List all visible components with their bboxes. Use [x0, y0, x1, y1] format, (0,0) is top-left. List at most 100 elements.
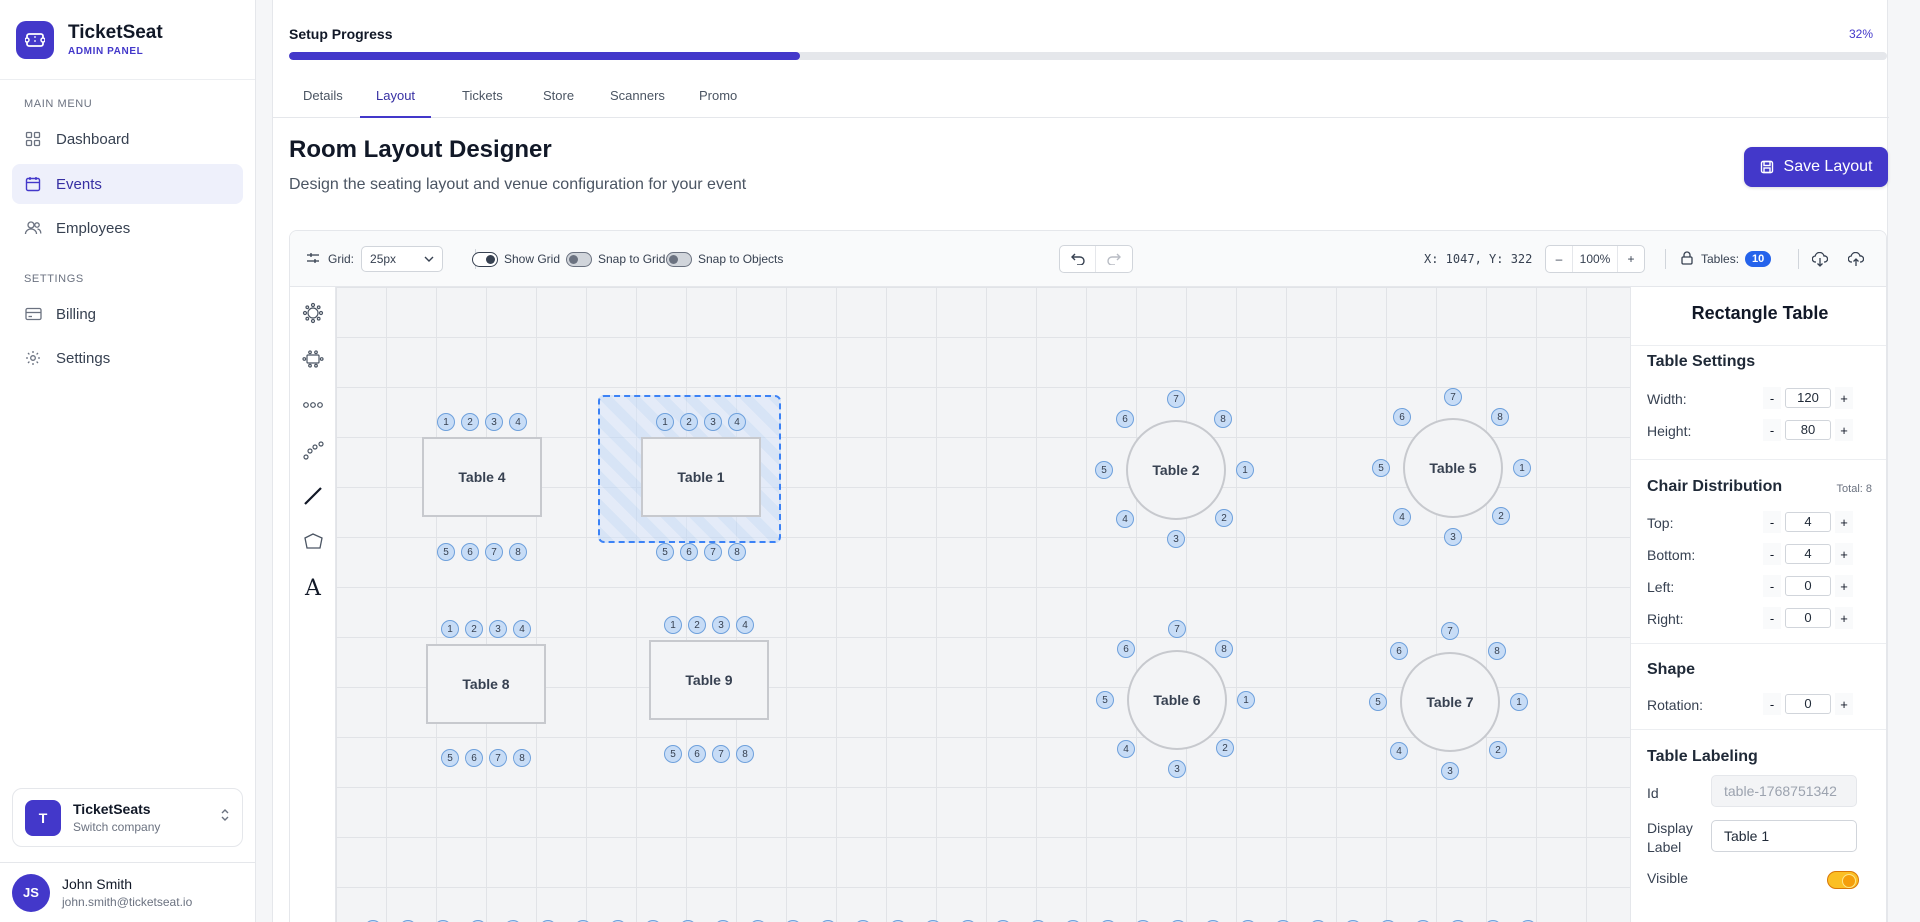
chair[interactable]: 8	[1214, 410, 1232, 428]
chair[interactable]: 4	[1117, 740, 1135, 758]
chair[interactable]: 2	[461, 413, 479, 431]
table-7[interactable]: Table 7	[1400, 652, 1500, 752]
tab-store[interactable]: Store	[527, 80, 590, 118]
chair[interactable]: 3	[1168, 760, 1186, 778]
chair[interactable]: 3	[485, 413, 503, 431]
chair[interactable]: 5	[1369, 693, 1387, 711]
upload-button[interactable]	[1848, 231, 1864, 287]
chair[interactable]: 7	[1168, 620, 1186, 638]
chair[interactable]: 7	[1167, 390, 1185, 408]
chair[interactable]: 2	[1492, 507, 1510, 525]
design-canvas[interactable]: Table 4 Table 1 Table 8 Table 9 Table 2 …	[336, 287, 1630, 922]
height-input[interactable]: 80	[1785, 420, 1831, 440]
rotation-input[interactable]: 0	[1785, 694, 1831, 714]
bottom-increment[interactable]: +	[1835, 543, 1853, 565]
table-4[interactable]: Table 4	[422, 437, 542, 517]
sidebar-item-billing[interactable]: Billing	[12, 294, 243, 334]
curved-row-tool-icon[interactable]	[301, 438, 325, 462]
sidebar-item-employees[interactable]: Employees	[12, 208, 243, 248]
chair[interactable]: 2	[680, 413, 698, 431]
chair[interactable]: 1	[1510, 693, 1528, 711]
chair[interactable]: 6	[465, 749, 483, 767]
chair[interactable]: 7	[712, 745, 730, 763]
undo-button[interactable]	[1060, 246, 1096, 272]
table-8[interactable]: Table 8	[426, 644, 546, 724]
chair[interactable]: 6	[1117, 640, 1135, 658]
chair[interactable]: 8	[1491, 408, 1509, 426]
chair[interactable]: 7	[1444, 388, 1462, 406]
chair[interactable]: 4	[1116, 510, 1134, 528]
chair[interactable]: 8	[513, 749, 531, 767]
chair[interactable]: 5	[1095, 461, 1113, 479]
chair[interactable]: 1	[437, 413, 455, 431]
chair[interactable]: 3	[704, 413, 722, 431]
chair[interactable]: 8	[1488, 642, 1506, 660]
chair[interactable]: 4	[1390, 742, 1408, 760]
top-increment[interactable]: +	[1835, 511, 1853, 533]
tab-promo[interactable]: Promo	[683, 80, 753, 118]
zoom-out-button[interactable]: –	[1546, 246, 1572, 272]
snap-objects-toggle[interactable]: Snap to Objects	[666, 231, 783, 287]
polygon-tool-icon[interactable]	[301, 530, 325, 554]
chair[interactable]: 5	[656, 543, 674, 561]
sidebar-item-dashboard[interactable]: Dashboard	[12, 119, 243, 159]
chair[interactable]: 6	[680, 543, 698, 561]
redo-button[interactable]	[1096, 246, 1132, 272]
chair[interactable]: 8	[1215, 640, 1233, 658]
table-2[interactable]: Table 2	[1126, 420, 1226, 520]
table-5[interactable]: Table 5	[1403, 418, 1503, 518]
chair[interactable]: 4	[513, 620, 531, 638]
chair[interactable]: 6	[688, 745, 706, 763]
chair[interactable]: 2	[688, 616, 706, 634]
width-decrement[interactable]: -	[1763, 387, 1781, 409]
right-increment[interactable]: +	[1835, 607, 1853, 629]
company-switcher[interactable]: T TicketSeats Switch company	[12, 788, 243, 847]
chair[interactable]: 6	[461, 543, 479, 561]
tab-scanners[interactable]: Scanners	[594, 80, 681, 118]
chair[interactable]: 5	[441, 749, 459, 767]
left-input[interactable]: 0	[1785, 576, 1831, 596]
chair[interactable]: 8	[728, 543, 746, 561]
chair[interactable]: 3	[1441, 762, 1459, 780]
table-1[interactable]: Table 1	[641, 437, 761, 517]
chair[interactable]: 8	[509, 543, 527, 561]
chair[interactable]: 4	[509, 413, 527, 431]
chair[interactable]: 5	[1096, 691, 1114, 709]
chair[interactable]: 7	[1441, 622, 1459, 640]
chair[interactable]: 1	[1236, 461, 1254, 479]
grid-size-select[interactable]: 25px	[361, 246, 444, 272]
chair[interactable]: 2	[1215, 509, 1233, 527]
chair[interactable]: 4	[1393, 508, 1411, 526]
save-layout-button[interactable]: Save Layout	[1744, 147, 1888, 187]
tab-tickets[interactable]: Tickets	[446, 80, 519, 118]
chair[interactable]: 3	[1167, 530, 1185, 548]
chair[interactable]: 2	[1489, 741, 1507, 759]
chair[interactable]: 6	[1116, 410, 1134, 428]
chair[interactable]: 3	[1444, 528, 1462, 546]
table-9[interactable]: Table 9	[649, 640, 769, 720]
table-6[interactable]: Table 6	[1127, 650, 1227, 750]
top-input[interactable]: 4	[1785, 512, 1831, 532]
chair[interactable]: 5	[437, 543, 455, 561]
snap-grid-toggle[interactable]: Snap to Grid	[566, 231, 665, 287]
height-decrement[interactable]: -	[1763, 419, 1781, 441]
tab-layout[interactable]: Layout	[360, 80, 432, 118]
rotation-decrement[interactable]: -	[1763, 693, 1781, 715]
chair[interactable]: 6	[1393, 408, 1411, 426]
rect-table-tool-icon[interactable]	[301, 347, 325, 371]
line-tool-icon[interactable]	[301, 484, 325, 508]
visible-toggle[interactable]	[1827, 871, 1859, 889]
chair[interactable]: 5	[1372, 459, 1390, 477]
snap-grid-switch[interactable]	[566, 251, 592, 267]
chair[interactable]: 7	[489, 749, 507, 767]
zoom-in-button[interactable]: +	[1618, 246, 1644, 272]
chair[interactable]: 8	[736, 745, 754, 763]
rotation-increment[interactable]: +	[1835, 693, 1853, 715]
text-tool-icon[interactable]: A	[301, 576, 325, 601]
show-grid-switch[interactable]	[472, 251, 498, 267]
chair[interactable]: 2	[1216, 739, 1234, 757]
snap-objects-switch[interactable]	[666, 251, 692, 267]
left-decrement[interactable]: -	[1763, 575, 1781, 597]
top-decrement[interactable]: -	[1763, 511, 1781, 533]
chair[interactable]: 1	[1513, 459, 1531, 477]
